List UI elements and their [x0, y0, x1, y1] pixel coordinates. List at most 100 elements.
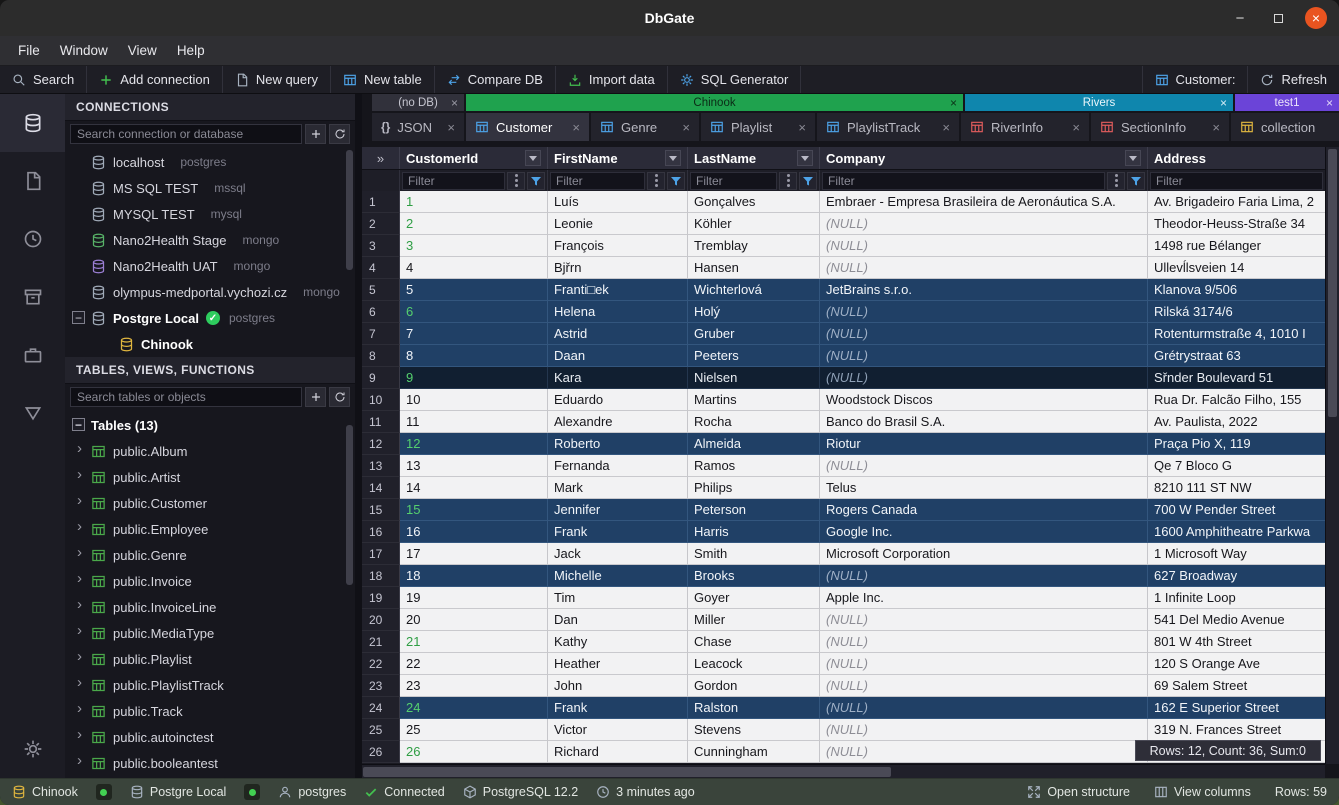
column-dropdown-button[interactable] [797, 150, 813, 166]
cell-address[interactable]: 700 W Pender Street [1148, 499, 1325, 521]
cell-firstname[interactable]: Frank [548, 697, 688, 719]
cell-customerid[interactable]: 3 [400, 235, 548, 257]
row-number[interactable]: 26 [362, 741, 400, 763]
chevron-right-icon[interactable]: › [77, 752, 82, 769]
cell-lastname[interactable]: Harris [688, 521, 820, 543]
cell-lastname[interactable]: Peterson [688, 499, 820, 521]
add-table-small-button[interactable] [305, 387, 326, 407]
status-database[interactable]: Chinook [12, 785, 78, 799]
cell-address[interactable]: Theodor-Heuss-Straße 34 [1148, 213, 1325, 235]
row-number[interactable]: 21 [362, 631, 400, 653]
cell-company[interactable]: Telus [820, 477, 1148, 499]
row-number[interactable]: 7 [362, 323, 400, 345]
cell-firstname[interactable]: Fernanda [548, 455, 688, 477]
table-tree-item[interactable]: › public.Invoice [65, 568, 355, 594]
cell-lastname[interactable]: Martins [688, 389, 820, 411]
cell-company[interactable]: Google Inc. [820, 521, 1148, 543]
refresh-tables-button[interactable] [329, 387, 350, 407]
cell-address[interactable]: Sřnder Boulevard 51 [1148, 367, 1325, 389]
table-row[interactable]: 8 8 Daan Peeters (NULL) Grétrystraat 63 [362, 345, 1325, 367]
horizontal-scrollbar[interactable] [362, 764, 1325, 778]
sidebar-history-button[interactable] [0, 210, 65, 268]
cell-customerid[interactable]: 19 [400, 587, 548, 609]
minimize-button[interactable]: − [1229, 7, 1251, 29]
cell-company[interactable]: (NULL) [820, 323, 1148, 345]
cell-firstname[interactable]: Dan [548, 609, 688, 631]
cell-address[interactable]: Rilská 3174/6 [1148, 301, 1325, 323]
row-number[interactable]: 1 [362, 191, 400, 213]
row-number[interactable]: 2 [362, 213, 400, 235]
tab-playlisttrack[interactable]: PlaylistTrack × [817, 113, 959, 141]
table-tree-item[interactable]: › public.Playlist [65, 646, 355, 672]
cell-company[interactable]: (NULL) [820, 345, 1148, 367]
table-row[interactable]: 20 20 Dan Miller (NULL) 541 Del Medio Av… [362, 609, 1325, 631]
scrollbar-thumb[interactable] [1328, 149, 1337, 417]
cell-lastname[interactable]: Peeters [688, 345, 820, 367]
cell-lastname[interactable]: Chase [688, 631, 820, 653]
menu-item[interactable]: Window [50, 39, 118, 62]
cell-lastname[interactable]: Brooks [688, 565, 820, 587]
filter-menu-button[interactable] [779, 172, 797, 190]
row-number[interactable]: 10 [362, 389, 400, 411]
cell-firstname[interactable]: Kathy [548, 631, 688, 653]
cell-customerid[interactable]: 23 [400, 675, 548, 697]
cell-lastname[interactable]: Rocha [688, 411, 820, 433]
column-header-lastname[interactable]: LastName [688, 147, 820, 169]
filter-menu-button[interactable] [1107, 172, 1125, 190]
row-number[interactable]: 17 [362, 543, 400, 565]
tables-section-header[interactable]: TABLES, VIEWS, FUNCTIONS [65, 357, 355, 384]
cell-address[interactable]: Klanova 9/506 [1148, 279, 1325, 301]
table-row[interactable]: 25 25 Victor Stevens (NULL) 319 N. Franc… [362, 719, 1325, 741]
connection-item[interactable]: − Postgre Local ✓ postgres [65, 305, 355, 331]
compare-db-button[interactable]: Compare DB [435, 66, 556, 93]
sidebar-archive-button[interactable] [0, 268, 65, 326]
column-dropdown-button[interactable] [665, 150, 681, 166]
cell-firstname[interactable]: John [548, 675, 688, 697]
table-row[interactable]: 5 5 Franti□ek Wichterlová JetBrains s.r.… [362, 279, 1325, 301]
cell-customerid[interactable]: 17 [400, 543, 548, 565]
cell-firstname[interactable]: Heather [548, 653, 688, 675]
cell-lastname[interactable]: Miller [688, 609, 820, 631]
cell-lastname[interactable]: Hansen [688, 257, 820, 279]
table-row[interactable]: 9 9 Kara Nielsen (NULL) Sřnder Boulevard… [362, 367, 1325, 389]
cell-company[interactable]: (NULL) [820, 697, 1148, 719]
connection-search-input[interactable]: Search connection or database [70, 124, 302, 144]
settings-button[interactable] [0, 720, 65, 778]
cell-lastname[interactable]: Almeida [688, 433, 820, 455]
cell-firstname[interactable]: Franti□ek [548, 279, 688, 301]
cell-lastname[interactable]: Wichterlová [688, 279, 820, 301]
cell-company[interactable]: (NULL) [820, 609, 1148, 631]
chevron-right-icon[interactable]: › [77, 700, 82, 717]
cell-company[interactable]: (NULL) [820, 455, 1148, 477]
grid-corner-button[interactable]: » [362, 147, 400, 169]
cell-customerid[interactable]: 5 [400, 279, 548, 301]
tab-riverinfo[interactable]: RiverInfo × [961, 113, 1089, 141]
cell-customerid[interactable]: 8 [400, 345, 548, 367]
chevron-right-icon[interactable]: › [77, 518, 82, 535]
cell-lastname[interactable]: Goyer [688, 587, 820, 609]
cell-firstname[interactable]: François [548, 235, 688, 257]
cell-lastname[interactable]: Smith [688, 543, 820, 565]
cell-lastname[interactable]: Gordon [688, 675, 820, 697]
chevron-right-icon[interactable]: › [77, 466, 82, 483]
table-row[interactable]: 1 1 Luís Gonçalves Embraer - Empresa Bra… [362, 191, 1325, 213]
connections-scrollbar[interactable] [346, 150, 353, 270]
row-number[interactable]: 20 [362, 609, 400, 631]
cell-address[interactable]: 319 N. Frances Street [1148, 719, 1325, 741]
row-number[interactable]: 4 [362, 257, 400, 279]
filter-menu-button[interactable] [647, 172, 665, 190]
table-row[interactable]: 17 17 Jack Smith Microsoft Corporation 1… [362, 543, 1325, 565]
vertical-scrollbar[interactable] [1325, 147, 1339, 764]
close-button[interactable]: × [1305, 7, 1327, 29]
row-number[interactable]: 6 [362, 301, 400, 323]
table-tree-item[interactable]: › public.Artist [65, 464, 355, 490]
cell-address[interactable]: 8210 111 ST NW [1148, 477, 1325, 499]
cell-address[interactable]: Ullevĺlsveien 14 [1148, 257, 1325, 279]
tab-json[interactable]: {} JSON × [372, 113, 464, 141]
table-row[interactable]: 19 19 Tim Goyer Apple Inc. 1 Infinite Lo… [362, 587, 1325, 609]
close-icon[interactable]: × [1220, 97, 1227, 109]
menu-item[interactable]: Help [167, 39, 215, 62]
cell-firstname[interactable]: Michelle [548, 565, 688, 587]
tab-sectioninfo[interactable]: SectionInfo × [1091, 113, 1229, 141]
table-row[interactable]: 4 4 Bjřrn Hansen (NULL) Ullevĺlsveien 14 [362, 257, 1325, 279]
